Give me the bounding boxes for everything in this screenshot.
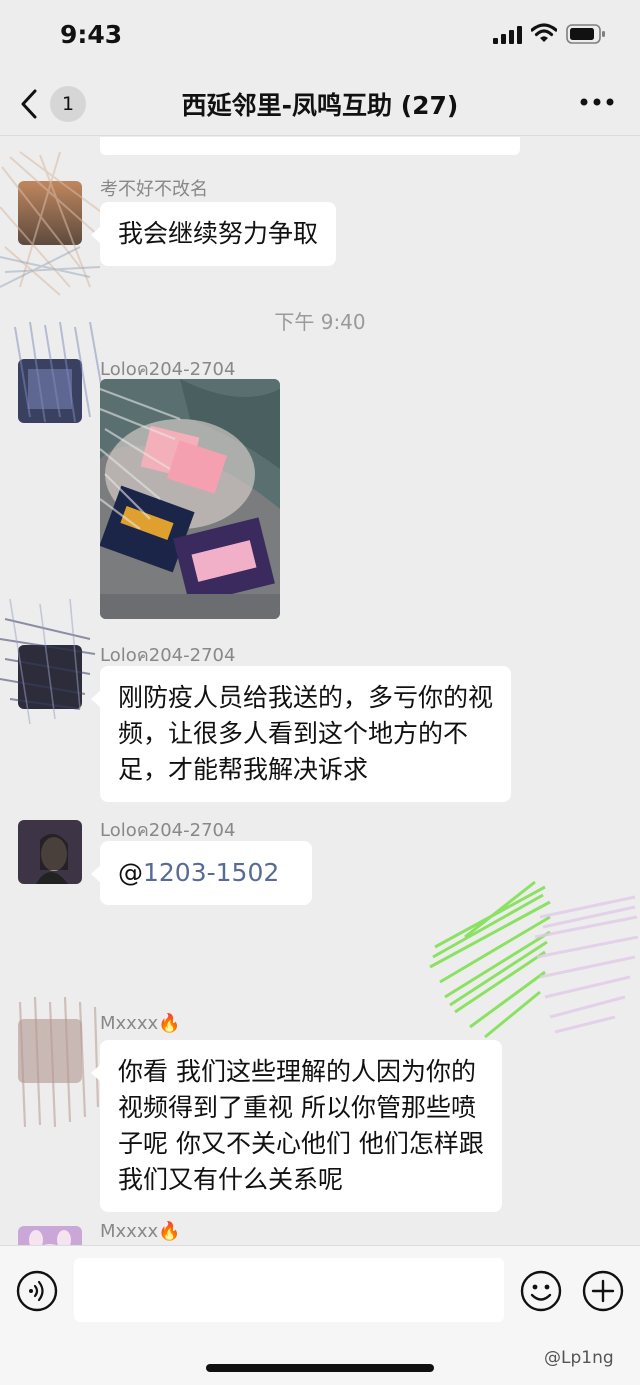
message-text: 我会继续努力争取: [118, 219, 319, 248]
previous-message-bubble: [100, 137, 520, 155]
chat-header: 1 西延邻里-凤鸣互助 (27): [0, 70, 640, 136]
avatar[interactable]: [18, 645, 82, 709]
avatar-image: [18, 820, 82, 884]
chevron-left-icon: [21, 89, 37, 119]
input-bar: @Lp1ng: [0, 1245, 640, 1385]
home-indicator: [206, 1364, 434, 1372]
plus-icon[interactable]: [582, 1270, 624, 1312]
message-list[interactable]: 考不好不改名 我会继续努力争取 下午 9:40 Loloค204-2704 Lo…: [0, 137, 640, 1245]
message-text-line: 频，让很多人看到这个地方的不: [118, 719, 469, 748]
photo-content: [100, 379, 280, 619]
chat-title: 西延邻里-凤鸣互助 (27): [181, 91, 459, 120]
message-text-line: 足，才能帮我解决诉求: [118, 755, 369, 784]
message-input[interactable]: [74, 1258, 504, 1322]
time-divider: 下午 9:40: [274, 310, 366, 334]
watermark: @Lp1ng: [544, 1348, 614, 1368]
redaction-scribble: [425, 877, 640, 1047]
message-bubble[interactable]: 刚防疫人员给我送的，多亏你的视 频，让很多人看到这个地方的不 足，才能帮我解决诉…: [90, 666, 512, 802]
mention-prefix: @: [118, 858, 143, 887]
battery-icon: [566, 24, 605, 44]
avatar[interactable]: [18, 820, 82, 884]
avatar[interactable]: [18, 1226, 82, 1245]
sender-name: Loloค204-2704: [100, 645, 236, 666]
avatar-image: [18, 181, 82, 245]
message-bubble[interactable]: 你看 我们这些理解的人因为你的 视频得到了重视 所以你管那些喷 子呢 你又不关心…: [91, 1040, 502, 1212]
sender-name: 考不好不改名: [100, 179, 208, 200]
avatar-image: [18, 1226, 82, 1245]
status-time: 9:43: [60, 20, 123, 49]
status-bar: 9:43: [0, 0, 640, 70]
avatar[interactable]: [18, 1019, 82, 1083]
avatar-image: [18, 645, 82, 709]
emoji-icon[interactable]: [520, 1270, 562, 1312]
message-text-line: 子呢 你又不关心他们 他们怎样跟: [118, 1129, 484, 1158]
avatar[interactable]: [18, 359, 82, 423]
message-text-line: 视频得到了重视 所以你管那些喷: [118, 1093, 476, 1122]
message-text-line: 我们又有什么关系呢: [118, 1165, 344, 1194]
voice-icon[interactable]: [16, 1270, 58, 1312]
sender-name: Mxxxx🔥: [100, 1013, 181, 1034]
avatar-image: [18, 359, 82, 423]
sender-name: Loloค204-2704: [100, 820, 236, 841]
message-text-line: 你看 我们这些理解的人因为你的: [118, 1057, 476, 1086]
message-bubble[interactable]: @1203-1502: [91, 841, 312, 905]
avatar-image: [18, 1019, 82, 1083]
sender-name: Mxxxx🔥: [100, 1221, 181, 1242]
signal-icon: [493, 26, 522, 44]
message-bubble[interactable]: 我会继续努力争取: [90, 202, 337, 266]
image-message[interactable]: [100, 379, 280, 619]
mention-link[interactable]: 1203-1502: [143, 858, 279, 887]
more-icon[interactable]: [578, 96, 616, 108]
message-text-line: 刚防疫人员给我送的，多亏你的视: [118, 683, 494, 712]
back-button[interactable]: 1: [20, 84, 90, 124]
wifi-icon: [531, 23, 557, 42]
avatar[interactable]: [18, 181, 82, 245]
unread-count-badge: 1: [50, 86, 86, 122]
